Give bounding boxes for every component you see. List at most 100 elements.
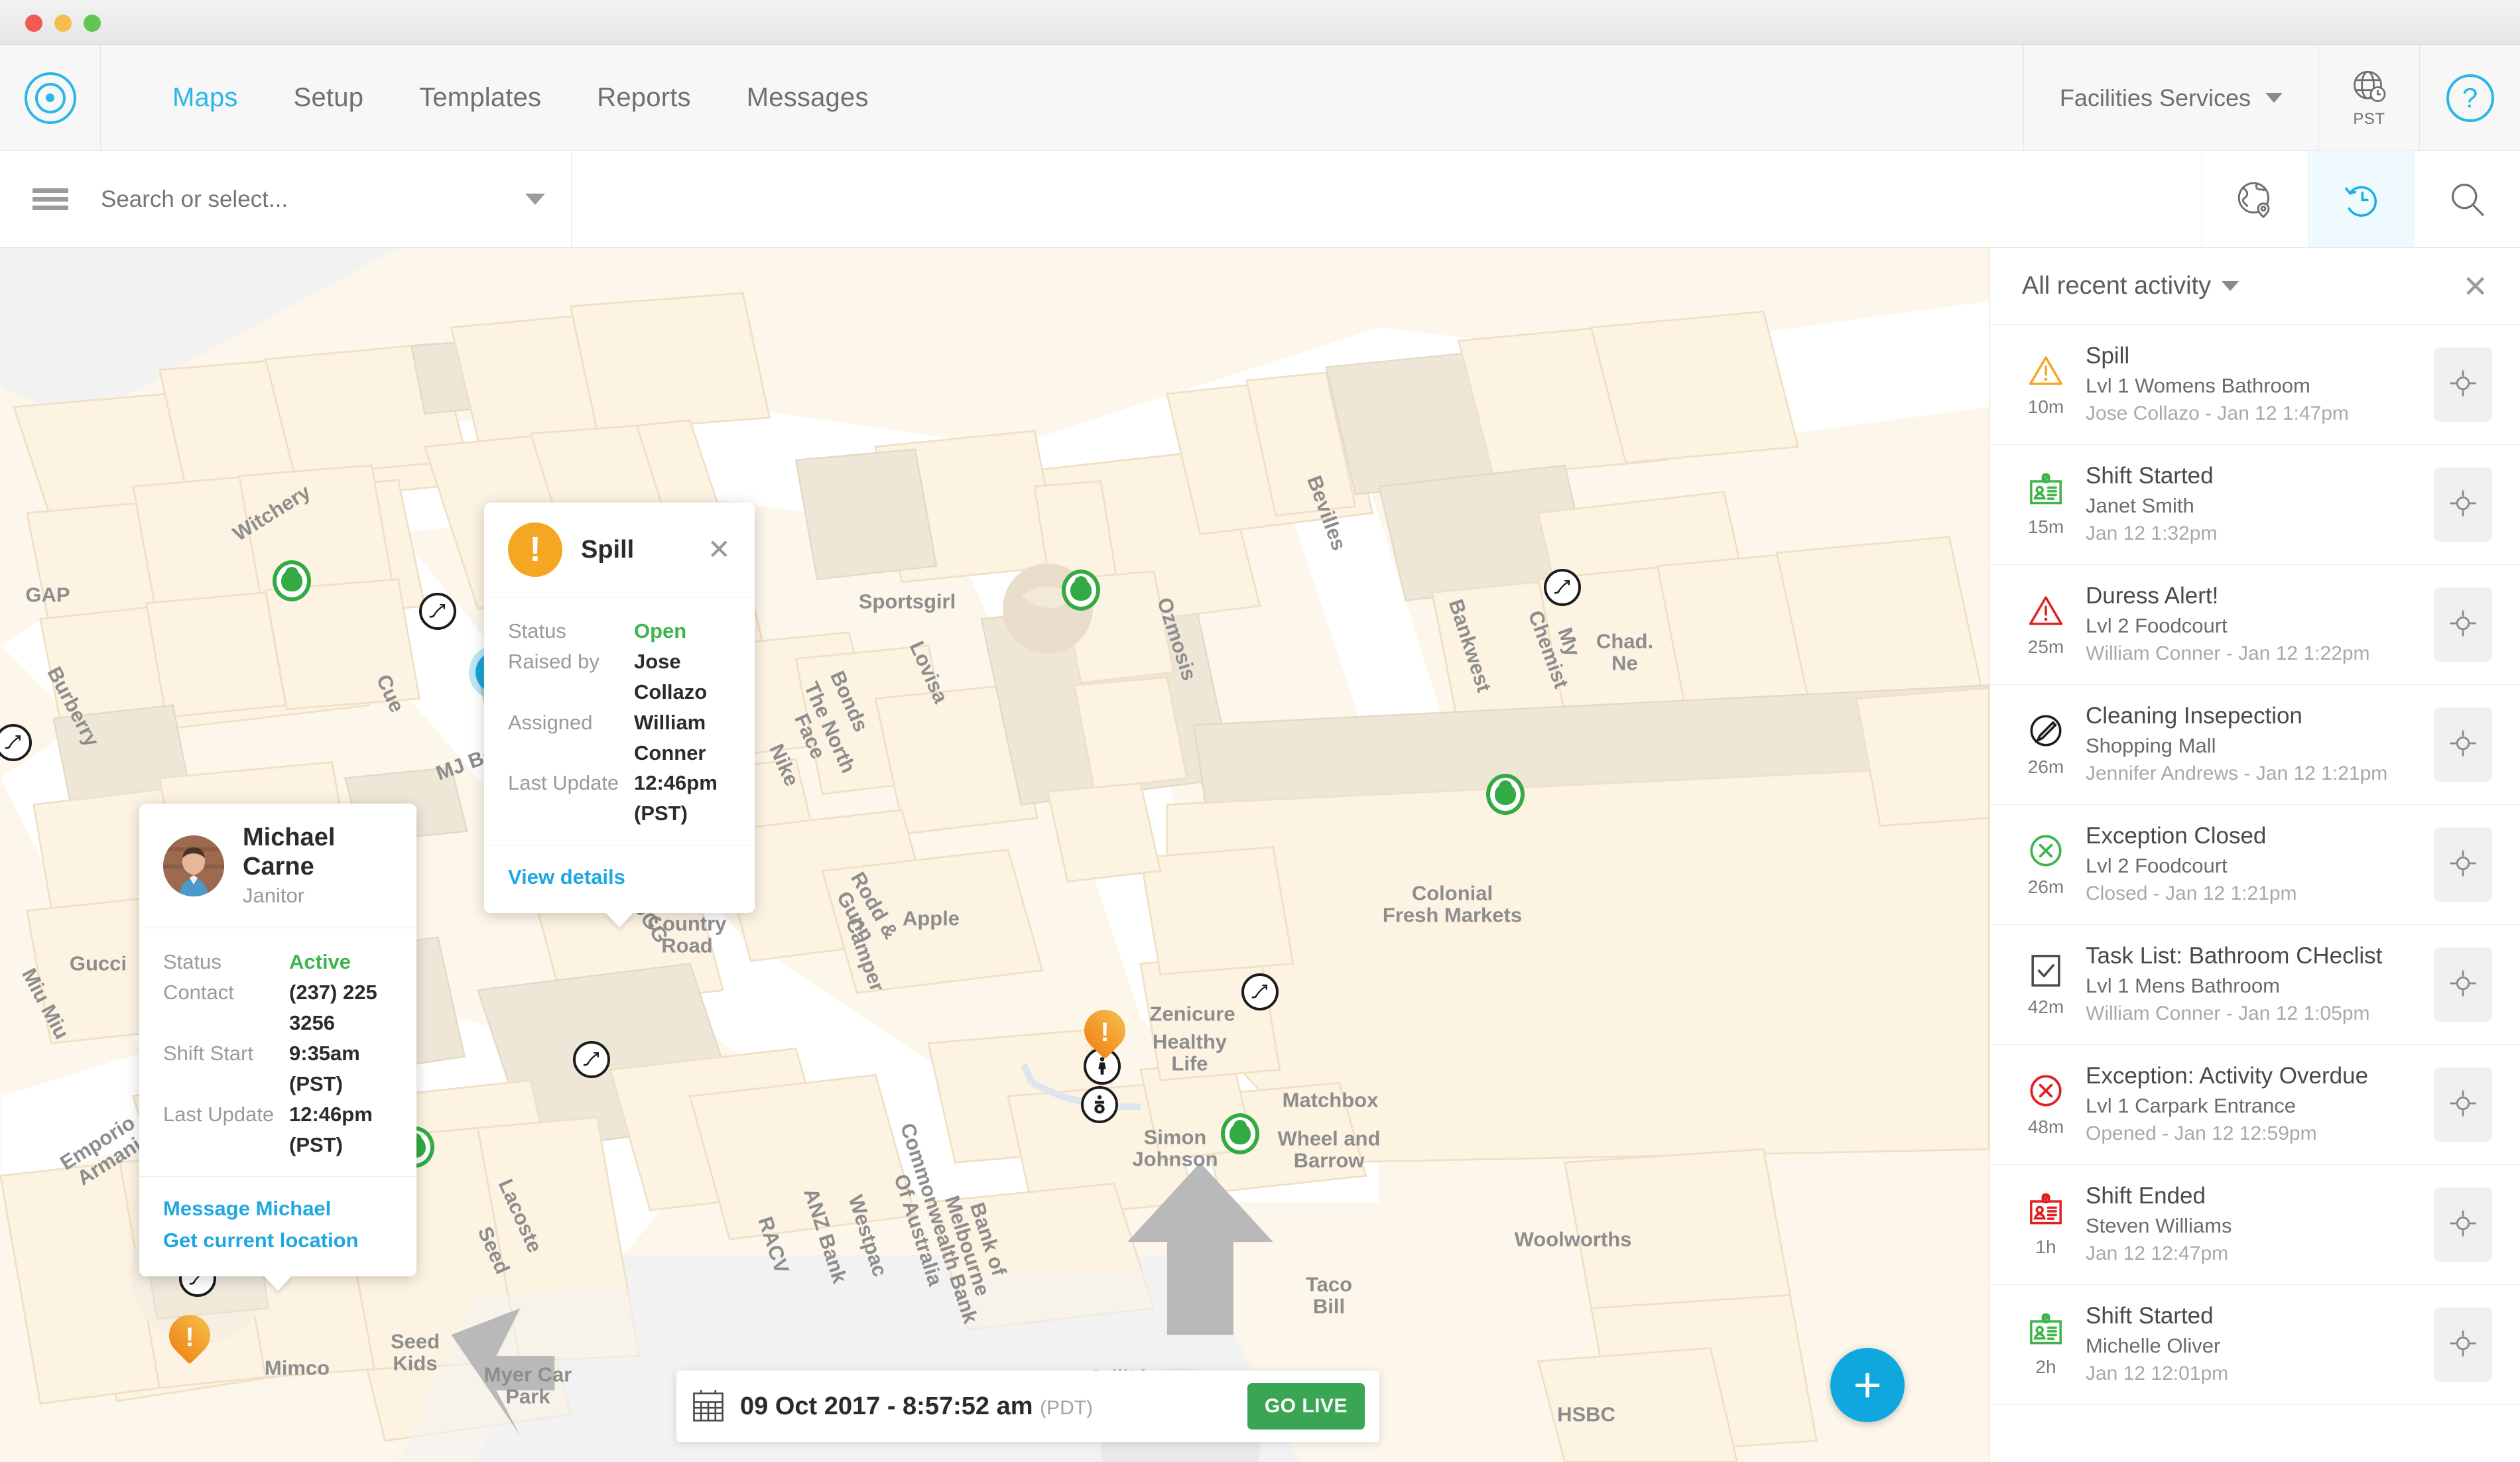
activity-meta: William Conner - Jan 12 1:22pm [2086,640,2434,668]
go-live-button[interactable]: GO LIVE [1247,1383,1365,1430]
activity-title: Cleaning Insepection [2086,702,2434,730]
person-map-marker[interactable] [1486,774,1525,815]
checkbox-icon [2027,952,2064,993]
activity-location: Lvl 2 Foodcourt [2086,612,2434,640]
activity-list-item[interactable]: 1hShift EndedSteven WilliamsJan 12 12:47… [1990,1165,2520,1285]
person-map-marker[interactable] [1221,1113,1259,1154]
id-badge-icon [2027,1192,2064,1233]
search-button[interactable] [2414,151,2520,247]
escalator-map-marker[interactable] [573,1041,610,1078]
activity-meta: William Conner - Jan 12 1:05pm [2086,1001,2434,1028]
activity-list-item[interactable]: 15mShift StartedJanet SmithJan 12 1:32pm [1990,445,2520,565]
maximize-window-button[interactable] [84,15,101,32]
person-map-marker[interactable] [1062,570,1100,611]
activity-list-item[interactable]: 26mCleaning InsepectionShopping MallJenn… [1990,685,2520,805]
detail-value: Open [634,616,686,646]
get-current-location-link[interactable]: Get current location [163,1225,393,1256]
close-window-button[interactable] [25,15,42,32]
search-icon [2446,178,2489,221]
person-detail-popover: Michael Carne Janitor StatusActive Conta… [139,804,416,1276]
locate-on-map-button[interactable] [2434,1188,2492,1262]
warning-triangle-icon [2027,592,2064,633]
locate-on-map-button[interactable] [2434,827,2492,902]
activity-list-item[interactable]: 2hShift StartedMichelle OliverJan 12 12:… [1990,1285,2520,1405]
message-person-link[interactable]: Message Michael [163,1193,393,1225]
detail-key: Raised by [508,646,634,707]
activity-list-item[interactable]: 26mException ClosedLvl 2 FoodcourtClosed… [1990,805,2520,925]
detail-value: Active [289,947,351,977]
locate-on-map-button[interactable] [2434,587,2492,662]
activity-sidebar: All recent activity ✕ 10mSpillLvl 1 Wome… [1989,248,2520,1462]
activity-meta: Jan 12 12:47pm [2086,1241,2434,1268]
escalator-map-marker[interactable] [1544,569,1581,606]
org-selector[interactable]: Facilities Services [2023,45,2318,151]
minimize-window-button[interactable] [54,15,72,32]
menu-toggle-button[interactable] [0,151,101,247]
chevron-down-icon[interactable] [525,194,545,205]
add-button[interactable]: + [1830,1348,1905,1422]
detail-key: Last Update [508,768,634,829]
activity-list-item[interactable]: 48mException: Activity OverdueLvl 1 Carp… [1990,1045,2520,1165]
person-map-marker[interactable] [273,560,311,601]
location-search [101,151,572,247]
activity-item-text: Cleaning InsepectionShopping MallJennife… [2082,702,2434,787]
nav-item-maps[interactable]: Maps [145,83,266,113]
nav-item-templates[interactable]: Templates [391,83,569,113]
locate-on-map-button[interactable] [2434,347,2492,422]
baby-change-map-marker[interactable] [1081,1086,1118,1123]
close-icon[interactable]: ✕ [2462,271,2488,302]
x-circle-icon [2027,832,2064,873]
globe-location-button[interactable] [2202,151,2308,247]
x-circle-icon [2027,1072,2064,1113]
locate-on-map-button[interactable] [2434,1308,2492,1382]
locate-on-map-button[interactable] [2434,707,2492,782]
detail-row: StatusActive [163,947,393,977]
app-logo[interactable] [0,45,101,151]
locate-target-icon [2448,488,2478,522]
activity-filter-label[interactable]: All recent activity [2022,272,2211,300]
detail-value: (237) 225 3256 [289,977,393,1038]
view-details-link[interactable]: View details [508,861,731,893]
map-canvas[interactable]: .blk { fill:#fdf3e3; stroke:#f0e0c6; str… [0,248,1989,1462]
activity-list-item[interactable]: 25mDuress Alert!Lvl 2 FoodcourtWilliam C… [1990,565,2520,685]
locate-on-map-button[interactable] [2434,947,2492,1022]
activity-title: Task List: Bathroom CHeclist [2086,942,2434,970]
chevron-down-icon[interactable] [2222,281,2239,291]
activity-item-left: 25m [2010,592,2082,658]
activity-item-left: 26m [2010,832,2082,898]
alert-map-marker[interactable]: ! [169,1315,210,1356]
org-selector-label: Facilities Services [2060,84,2251,112]
alert-title: Spill [581,536,634,564]
history-timeline-button[interactable] [2308,151,2414,247]
person-name: Michael Carne [243,823,393,881]
activity-list-item[interactable]: 10mSpillLvl 1 Womens BathroomJose Collaz… [1990,325,2520,445]
help-button[interactable]: ? [2419,45,2520,151]
activity-title: Duress Alert! [2086,582,2434,610]
detail-key: Assigned [508,707,634,768]
activity-item-text: Exception: Activity OverdueLvl 1 Carpark… [2082,1062,2434,1147]
activity-title: Shift Started [2086,462,2434,490]
activity-item-left: 1h [2010,1192,2082,1258]
nav-item-messages[interactable]: Messages [719,83,897,113]
escalator-map-marker[interactable] [1241,973,1279,1010]
activity-location: Steven Williams [2086,1212,2434,1240]
activity-sidebar-header: All recent activity ✕ [1990,248,2520,325]
warning-triangle-icon [2027,352,2064,393]
timezone-button[interactable]: PST [2318,45,2419,151]
person-popover-actions: Message Michael Get current location [139,1177,416,1276]
nav-item-setup[interactable]: Setup [266,83,392,113]
escalator-map-marker[interactable] [419,593,456,630]
activity-title: Exception: Activity Overdue [2086,1062,2434,1090]
activity-item-left: 15m [2010,472,2082,538]
locate-on-map-button[interactable] [2434,467,2492,542]
locate-on-map-button[interactable] [2434,1067,2492,1142]
search-input[interactable] [101,186,525,213]
calendar-icon[interactable] [691,1388,725,1425]
locate-target-icon [2448,368,2478,402]
nav-item-reports[interactable]: Reports [569,83,718,113]
detail-row: Last Update12:46pm (PST) [163,1099,393,1160]
exclamation-glyph: ! [169,1323,210,1353]
alert-map-marker[interactable]: ! [1084,1010,1125,1051]
close-icon[interactable]: ✕ [708,536,731,564]
activity-list-item[interactable]: 42mTask List: Bathroom CHeclistLvl 1 Men… [1990,925,2520,1045]
